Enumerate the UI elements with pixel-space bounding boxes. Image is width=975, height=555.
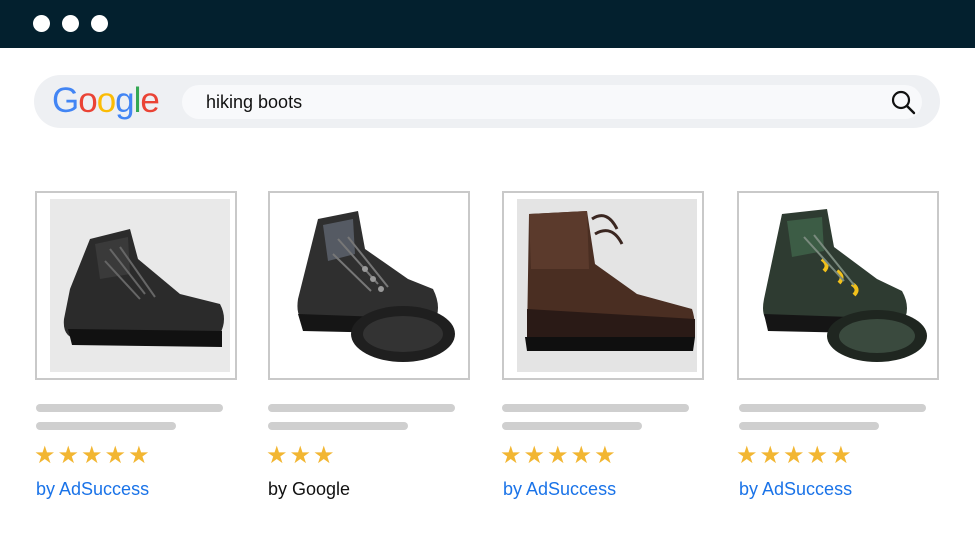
star-rating: ★★★★★ — [34, 441, 152, 469]
window-titlebar — [0, 0, 975, 48]
product-card[interactable] — [502, 191, 704, 380]
title-placeholder — [268, 422, 408, 430]
logo-letter: o — [96, 81, 116, 120]
seller-link[interactable]: by AdSuccess — [503, 478, 616, 500]
logo-letter: e — [140, 81, 159, 120]
title-placeholder — [502, 422, 642, 430]
title-placeholder — [739, 404, 926, 412]
star-rating: ★★★★★ — [500, 441, 618, 469]
star-rating: ★★★★★ — [736, 441, 854, 469]
brown-leather-boot-image[interactable] — [517, 199, 697, 372]
search-icon[interactable] — [890, 89, 916, 115]
seller-link[interactable]: by Google — [268, 478, 350, 500]
product-card[interactable] — [737, 191, 939, 380]
title-placeholder — [268, 404, 455, 412]
product-card[interactable] — [268, 191, 470, 380]
search-input[interactable]: hiking boots — [182, 85, 922, 119]
seller-link[interactable]: by AdSuccess — [739, 478, 852, 500]
logo-letter: G — [52, 81, 79, 120]
title-placeholder — [502, 404, 689, 412]
black-hiking-boots-pair-image[interactable] — [283, 199, 463, 372]
window-dot[interactable] — [91, 15, 108, 32]
google-logo[interactable]: Google — [52, 81, 160, 120]
logo-letter: o — [78, 81, 97, 120]
title-placeholder — [36, 404, 223, 412]
logo-letter: g — [115, 81, 134, 120]
green-hiking-boots-pair-image[interactable] — [752, 199, 932, 372]
title-placeholder — [739, 422, 879, 430]
black-hiking-boot-image[interactable] — [50, 199, 230, 372]
search-bar: Google hiking boots — [34, 75, 940, 128]
title-placeholder — [36, 422, 176, 430]
search-query: hiking boots — [206, 92, 303, 112]
window-dot[interactable] — [33, 15, 50, 32]
window-dot[interactable] — [62, 15, 79, 32]
seller-link[interactable]: by AdSuccess — [36, 478, 149, 500]
product-card[interactable] — [35, 191, 237, 380]
star-rating: ★★★ — [266, 441, 337, 469]
